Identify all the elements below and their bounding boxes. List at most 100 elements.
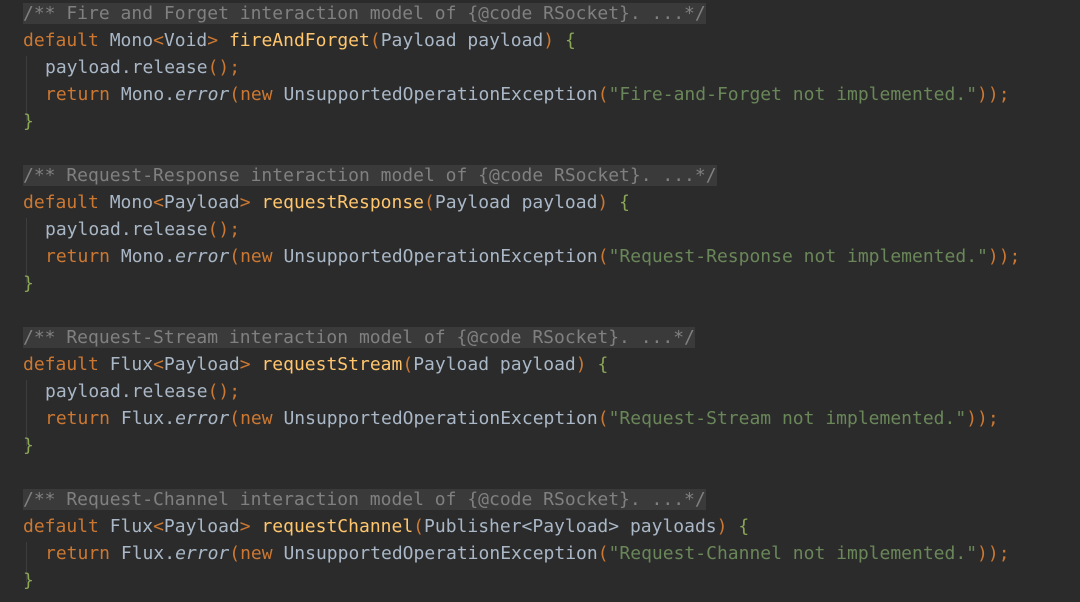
keyword-new: new xyxy=(240,246,273,267)
code-line[interactable]: default Flux<Payload> requestStream(Payl… xyxy=(23,351,608,378)
param-name: payload xyxy=(467,30,544,51)
param-name: payloads xyxy=(629,516,717,537)
keyword-default: default xyxy=(23,192,99,213)
method-name[interactable]: requestStream xyxy=(261,354,402,375)
type-param: Payload xyxy=(163,192,240,213)
code-line[interactable]: default Mono<Payload> requestResponse(Pa… xyxy=(23,189,630,216)
return-type: Mono xyxy=(109,192,154,213)
static-method: error xyxy=(175,246,230,267)
code-line[interactable]: return Flux.error(new UnsupportedOperati… xyxy=(45,540,1010,567)
javadoc-comment[interactable]: /** Request-Response interaction model o… xyxy=(23,165,717,186)
static-method: error xyxy=(175,543,230,564)
code-line[interactable]: return Mono.error(new UnsupportedOperati… xyxy=(45,81,1010,108)
generic-open: < xyxy=(153,354,164,375)
release-call: payload.release xyxy=(45,57,208,78)
keyword-return: return xyxy=(45,408,111,429)
paren-close: ) xyxy=(575,354,587,375)
string-literal: "Request-Stream not implemented." xyxy=(608,408,967,429)
code-line[interactable]: payload.release(); xyxy=(45,378,240,405)
param-type: Payload xyxy=(380,30,457,51)
method-name[interactable]: fireAndForget xyxy=(229,30,370,51)
static-method: error xyxy=(175,408,230,429)
generic-open: < xyxy=(153,30,164,51)
keyword-new: new xyxy=(240,84,273,105)
paren-open: ( xyxy=(229,246,241,267)
static-method: error xyxy=(175,84,230,105)
code-editor[interactable]: /** Fire and Forget interaction model of… xyxy=(0,0,1080,602)
static-class: Mono. xyxy=(120,246,176,267)
exception-class: UnsupportedOperationException xyxy=(283,84,598,105)
closing-parens: )); xyxy=(987,246,1021,267)
generic-close: > xyxy=(239,516,251,537)
paren-open: ( xyxy=(424,192,435,213)
generic-open: < xyxy=(153,516,164,537)
generic-open: < xyxy=(153,192,164,213)
code-line[interactable]: /** Fire and Forget interaction model of… xyxy=(23,0,706,27)
method-name[interactable]: requestChannel xyxy=(261,516,413,537)
code-line[interactable]: return Flux.error(new UnsupportedOperati… xyxy=(45,405,999,432)
param-name: payload xyxy=(499,354,576,375)
return-type: Flux xyxy=(109,516,154,537)
code-line[interactable]: } xyxy=(23,432,34,459)
generic-close: > xyxy=(207,30,219,51)
brace-open: { xyxy=(738,516,750,537)
method-name[interactable]: requestResponse xyxy=(261,192,424,213)
brace-open: { xyxy=(564,30,576,51)
keyword-default: default xyxy=(23,516,99,537)
code-line[interactable]: return Mono.error(new UnsupportedOperati… xyxy=(45,243,1020,270)
keyword-return: return xyxy=(45,543,111,564)
brace-open: { xyxy=(597,354,609,375)
paren-open: ( xyxy=(597,84,609,105)
generic-close: > xyxy=(239,192,251,213)
string-literal: "Request-Channel not implemented." xyxy=(608,543,978,564)
code-line[interactable]: } xyxy=(23,567,34,594)
keyword-default: default xyxy=(23,30,99,51)
call-parens: (); xyxy=(207,381,241,402)
type-param: Payload xyxy=(163,516,240,537)
code-line[interactable]: } xyxy=(23,270,34,297)
code-line[interactable]: payload.release(); xyxy=(45,54,240,81)
paren-close: ) xyxy=(716,516,728,537)
closing-parens: )); xyxy=(977,84,1010,105)
param-type: Publisher<Payload> xyxy=(424,516,620,537)
return-type: Mono xyxy=(109,30,154,51)
static-class: Flux. xyxy=(120,408,176,429)
paren-open: ( xyxy=(402,354,414,375)
code-line[interactable]: /** Request-Stream interaction model of … xyxy=(23,324,695,351)
paren-open: ( xyxy=(413,516,425,537)
code-line[interactable]: /** Request-Response interaction model o… xyxy=(23,162,717,189)
brace-close: } xyxy=(23,273,34,294)
param-name: payload xyxy=(521,192,598,213)
closing-parens: )); xyxy=(977,543,1010,564)
paren-open: ( xyxy=(597,246,609,267)
call-parens: (); xyxy=(207,219,241,240)
string-literal: "Request-Response not implemented." xyxy=(608,246,988,267)
string-literal: "Fire-and-Forget not implemented." xyxy=(608,84,978,105)
code-line[interactable]: default Mono<Void> fireAndForget(Payload… xyxy=(23,27,576,54)
call-parens: (); xyxy=(207,57,241,78)
brace-open: { xyxy=(619,192,630,213)
keyword-return: return xyxy=(45,84,111,105)
keyword-return: return xyxy=(45,246,111,267)
code-line[interactable]: payload.release(); xyxy=(45,216,240,243)
paren-open: ( xyxy=(229,84,241,105)
brace-close: } xyxy=(23,111,34,132)
javadoc-comment[interactable]: /** Fire and Forget interaction model of… xyxy=(23,3,706,24)
javadoc-comment[interactable]: /** Request-Stream interaction model of … xyxy=(23,327,695,348)
code-line[interactable]: /** Request-Channel interaction model of… xyxy=(23,486,706,513)
return-type: Flux xyxy=(109,354,154,375)
paren-close: ) xyxy=(597,192,609,213)
code-line[interactable]: default Flux<Payload> requestChannel(Pub… xyxy=(23,513,749,540)
release-call: payload.release xyxy=(45,381,208,402)
exception-class: UnsupportedOperationException xyxy=(283,246,598,267)
javadoc-comment[interactable]: /** Request-Channel interaction model of… xyxy=(23,489,706,510)
release-call: payload.release xyxy=(45,219,208,240)
type-param: Void xyxy=(163,30,208,51)
static-class: Flux. xyxy=(120,543,176,564)
brace-close: } xyxy=(23,570,34,591)
code-line[interactable]: } xyxy=(23,108,34,135)
keyword-new: new xyxy=(240,543,273,564)
type-param: Payload xyxy=(163,354,240,375)
paren-open: ( xyxy=(597,408,609,429)
keyword-default: default xyxy=(23,354,99,375)
